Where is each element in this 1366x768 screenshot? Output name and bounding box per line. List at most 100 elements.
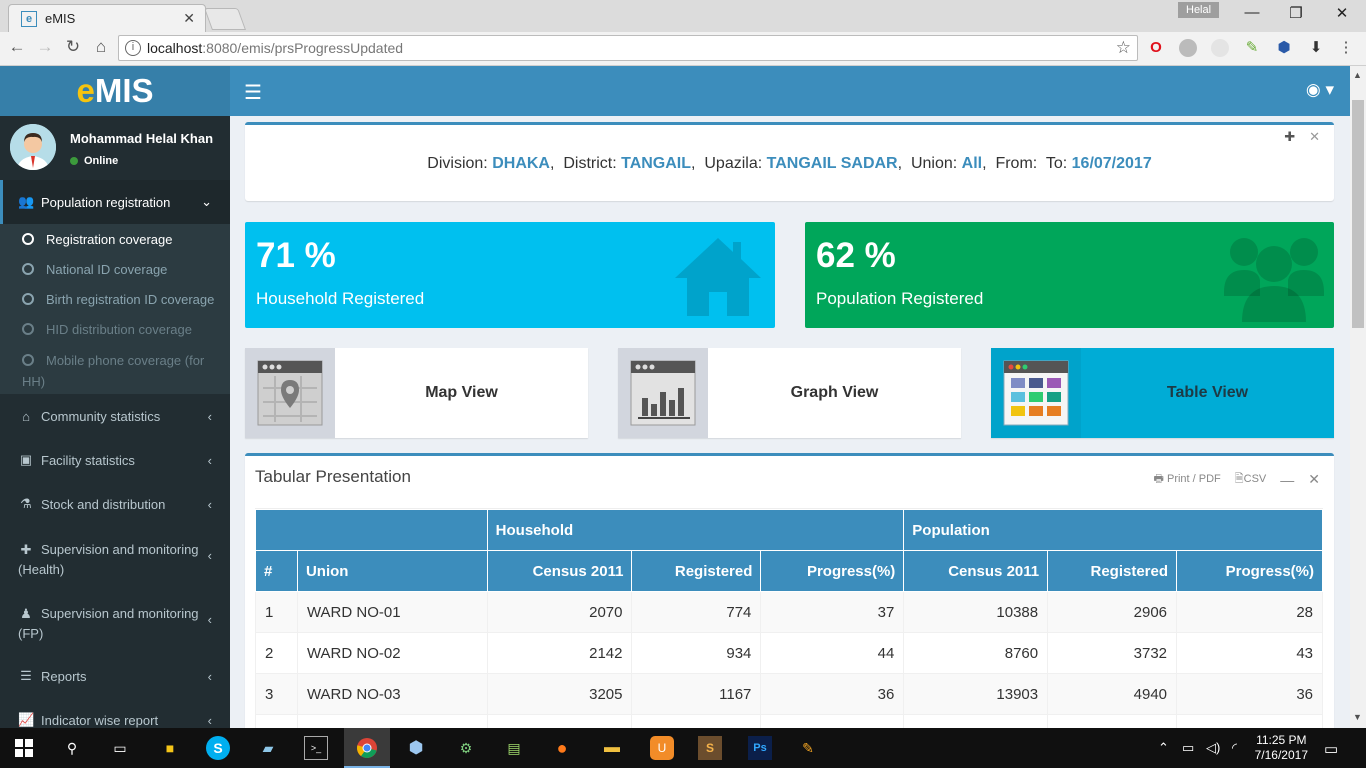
table-tools: 🖶 Print / PDF 🗎CSV — ✕ [1154, 470, 1320, 489]
sidebar-item-supervision-fp[interactable]: ♟ Supervision and monitoring (FP) ‹ [0, 590, 230, 654]
swirl-extension-icon[interactable] [1211, 39, 1229, 57]
uc-browser-icon[interactable]: U [650, 736, 674, 760]
scrollbar-thumb[interactable] [1352, 100, 1364, 328]
opera-extension-icon[interactable]: O [1147, 39, 1165, 57]
upazila-label: Upazila: [704, 155, 763, 172]
tray-chevron-up-icon[interactable]: ⌃ [1158, 740, 1169, 756]
address-bar[interactable]: i localhost:8080/emis/prsProgressUpdated… [118, 35, 1138, 61]
col-header-household-registered[interactable]: Registered [631, 550, 762, 592]
chevron-left-icon: ‹ [207, 668, 212, 684]
table-view-icon [991, 348, 1081, 438]
status-text: Online [84, 155, 119, 167]
box-close-icon[interactable]: ✕ [1309, 129, 1320, 144]
browser-tab[interactable]: e eMIS ✕ [8, 4, 206, 32]
submenu-hid-distribution-coverage[interactable]: HID distribution coverage [0, 314, 230, 344]
scroll-down-icon[interactable]: ▼ [1353, 712, 1362, 722]
map-view-card[interactable]: Map View [245, 348, 588, 438]
sidebar-toggle-icon[interactable]: ☰ [244, 80, 262, 105]
minimize-icon[interactable]: — [1242, 4, 1262, 21]
new-tab-button[interactable] [203, 8, 247, 30]
table-view-card[interactable]: Table View [991, 348, 1334, 438]
chevron-left-icon: ‹ [207, 452, 212, 468]
chrome-menu-icon[interactable]: ⋮ [1337, 39, 1355, 57]
sidebar-item-label: Population registration [41, 194, 171, 210]
app-logo[interactable]: e MIS [0, 66, 230, 116]
collapse-minus-icon[interactable]: — [1280, 472, 1294, 488]
submenu-birth-registration-coverage[interactable]: Birth registration ID coverage [0, 284, 230, 314]
terminal-icon[interactable]: >_ [304, 736, 328, 760]
col-header-number[interactable]: # [255, 550, 298, 592]
photoshop-icon[interactable]: Ps [748, 736, 772, 760]
submenu-national-id-coverage[interactable]: National ID coverage [0, 254, 230, 284]
user-name: Mohammad Helal Khan [70, 131, 214, 146]
circle-icon [22, 323, 34, 335]
chrome-icon[interactable] [355, 736, 379, 760]
back-arrow-icon[interactable]: ← [6, 37, 28, 57]
profile-chip[interactable]: Helal [1178, 2, 1220, 18]
csv-button[interactable]: 🗎CSV [1235, 470, 1266, 489]
reload-icon[interactable]: ↻ [62, 37, 84, 57]
col-header-population-census[interactable]: Census 2011 [903, 550, 1049, 592]
table-header-row: # Union Census 2011 Registered Progress(… [255, 550, 1323, 592]
col-header-union[interactable]: Union [296, 550, 488, 592]
submenu-registration-coverage[interactable]: Registration coverage [0, 224, 230, 254]
bookmark-star-icon[interactable]: ☆ [1116, 38, 1131, 58]
cell-union: WARD NO-03 [296, 673, 488, 715]
battery-icon[interactable]: ▭ [1182, 740, 1194, 756]
cube-extension-icon[interactable]: ⬢ [1275, 39, 1293, 57]
forward-arrow-icon[interactable]: → [34, 37, 56, 57]
label-line-2: (FP) [18, 626, 44, 641]
url-host: localhost [147, 40, 203, 56]
restore-icon[interactable]: ❐ [1286, 4, 1306, 22]
scroll-up-icon[interactable]: ▲ [1353, 70, 1362, 80]
sidebar-item-community-statistics[interactable]: ⌂ Community statistics ‹ [0, 394, 230, 438]
submenu-mobile-phone-coverage[interactable]: Mobile phone coverage (for [0, 344, 230, 368]
sidebar-item-reports[interactable]: ☰ Reports ‹ [0, 654, 230, 698]
circle-icon [22, 354, 34, 366]
network-tool-icon[interactable]: ⚙ [454, 736, 478, 760]
paint-icon[interactable]: ✎ [796, 736, 820, 760]
sidebar-item-facility-statistics[interactable]: ▣ Facility statistics ‹ [0, 438, 230, 482]
sidebar-item-population-registration[interactable]: 👥 Population registration ⌄ [0, 180, 230, 224]
home-icon[interactable]: ⌂ [90, 37, 112, 57]
info-icon[interactable]: i [125, 40, 141, 56]
sidebar-item-stock-and-distribution[interactable]: ⚗ Stock and distribution ‹ [0, 482, 230, 526]
col-header-household-census[interactable]: Census 2011 [486, 550, 633, 592]
notifications-icon[interactable]: ▭ [1324, 740, 1338, 758]
task-view-icon[interactable]: ▭ [108, 736, 132, 760]
volume-icon[interactable]: ◁) [1206, 740, 1220, 756]
wifi-icon[interactable]: ◜ [1232, 740, 1237, 756]
windows-start-icon[interactable] [12, 736, 36, 760]
sidebar-item-supervision-health[interactable]: ✚ Supervision and monitoring (Health) ‹ [0, 526, 230, 590]
print-pdf-button[interactable]: 🖶 Print / PDF [1154, 470, 1221, 489]
globe-extension-icon[interactable] [1179, 39, 1197, 57]
sublime-text-icon[interactable]: S [698, 736, 722, 760]
skype-icon[interactable]: S [206, 736, 230, 760]
submenu-label: Mobile phone coverage (for [46, 353, 205, 368]
taskbar-clock[interactable]: 11:25 PM 7/16/2017 [1255, 733, 1308, 763]
download-icon[interactable]: ⬇ [1307, 39, 1325, 57]
col-header-household-progress[interactable]: Progress(%) [760, 550, 905, 592]
box-close-icon[interactable]: ✕ [1308, 471, 1320, 488]
sidebar-item-indicator-wise-report[interactable]: 📈 Indicator wise report ‹ [0, 698, 230, 728]
chart-app-icon[interactable]: ▤ [502, 736, 526, 760]
sticky-notes-icon[interactable]: ■ [158, 736, 182, 760]
graph-view-card[interactable]: Graph View [618, 348, 961, 438]
window-close-icon[interactable]: ✕ [1332, 4, 1352, 22]
search-icon[interactable]: ⚲ [60, 736, 84, 760]
firefox-icon[interactable]: ● [550, 736, 574, 760]
clock-date: 7/16/2017 [1254, 748, 1308, 762]
url-path: :8080/emis/prsProgressUpdated [202, 40, 404, 56]
chevron-left-icon: ‹ [207, 408, 212, 424]
col-header-population-registered[interactable]: Registered [1047, 550, 1178, 592]
tab-close-icon[interactable]: ✕ [183, 10, 195, 27]
user-menu-icon[interactable]: ◉ ▾ [1306, 80, 1334, 100]
col-header-population-progress[interactable]: Progress(%) [1176, 550, 1323, 592]
expand-plus-icon[interactable]: ✚ [1284, 129, 1295, 144]
filter-summary: Division: DHAKA, District: TANGAIL, Upaz… [427, 155, 1152, 172]
virtualbox-icon[interactable]: ⬢ [404, 736, 428, 760]
notepad-icon[interactable]: ▰ [256, 736, 280, 760]
eyedropper-extension-icon[interactable]: ✎ [1243, 39, 1261, 57]
file-explorer-icon[interactable]: ▬ [600, 736, 624, 760]
page-scrollbar[interactable]: ▲ ▼ [1350, 66, 1366, 728]
